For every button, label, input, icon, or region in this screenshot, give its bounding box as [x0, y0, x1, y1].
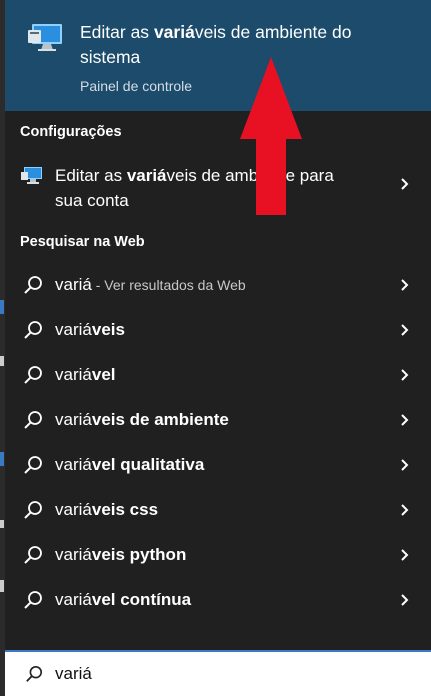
search-icon [24, 366, 42, 384]
web-result-label: variável contínua [55, 590, 192, 609]
chevron-right-icon[interactable] [401, 414, 409, 426]
web-result-row[interactable]: variáveis de ambiente [5, 398, 431, 442]
annotation-arrow-up-icon [240, 57, 302, 215]
search-icon [24, 456, 42, 474]
search-icon [24, 411, 42, 429]
web-result-row[interactable]: variáveis [5, 308, 431, 352]
monitor-settings-icon [21, 167, 42, 184]
web-result-row[interactable]: variável [5, 353, 431, 397]
search-icon [26, 665, 43, 682]
chevron-right-icon[interactable] [401, 549, 409, 561]
chevron-right-icon[interactable] [401, 504, 409, 516]
chevron-right-icon[interactable] [401, 324, 409, 336]
section-heading-web: Pesquisar na Web [20, 234, 145, 250]
settings-result-label: Editar as variáveis de ambiente para sua… [55, 166, 334, 210]
best-match-result[interactable]: Editar as variáveis de ambiente do siste… [5, 0, 431, 111]
search-input[interactable] [55, 661, 385, 687]
chevron-right-icon[interactable] [401, 279, 409, 291]
search-icon [24, 591, 42, 609]
settings-result-user-env-vars[interactable]: Editar as variáveis de ambiente para sua… [5, 160, 431, 216]
web-result-row[interactable]: variáveis python [5, 533, 431, 577]
web-result-label: variáveis css [55, 500, 159, 519]
web-result-label: variáveis [55, 320, 125, 339]
chevron-right-icon[interactable] [401, 369, 409, 381]
chevron-right-icon[interactable] [401, 459, 409, 471]
web-result-label: variáveis de ambiente [55, 410, 229, 429]
web-result-row[interactable]: variáveis css [5, 488, 431, 532]
web-result-row[interactable]: variável contínua [5, 578, 431, 622]
web-result-row[interactable]: variá - Ver resultados da Web [5, 263, 431, 307]
search-icon [24, 276, 42, 294]
search-icon [24, 321, 42, 339]
web-result-label: variáveis python [55, 545, 187, 564]
best-match-subtitle: Painel de controle [80, 78, 193, 94]
chevron-right-icon[interactable] [401, 178, 409, 190]
web-result-row[interactable]: variável qualitativa [5, 443, 431, 487]
search-box[interactable] [5, 650, 431, 696]
chevron-right-icon[interactable] [401, 594, 409, 606]
section-heading-settings: Configurações [20, 124, 122, 140]
search-icon [24, 546, 42, 564]
web-result-label: variá - Ver resultados da Web [55, 275, 246, 294]
monitor-settings-icon [28, 24, 62, 51]
search-icon [24, 501, 42, 519]
web-result-label: variável [55, 365, 116, 384]
web-result-label: variável qualitativa [55, 455, 205, 474]
